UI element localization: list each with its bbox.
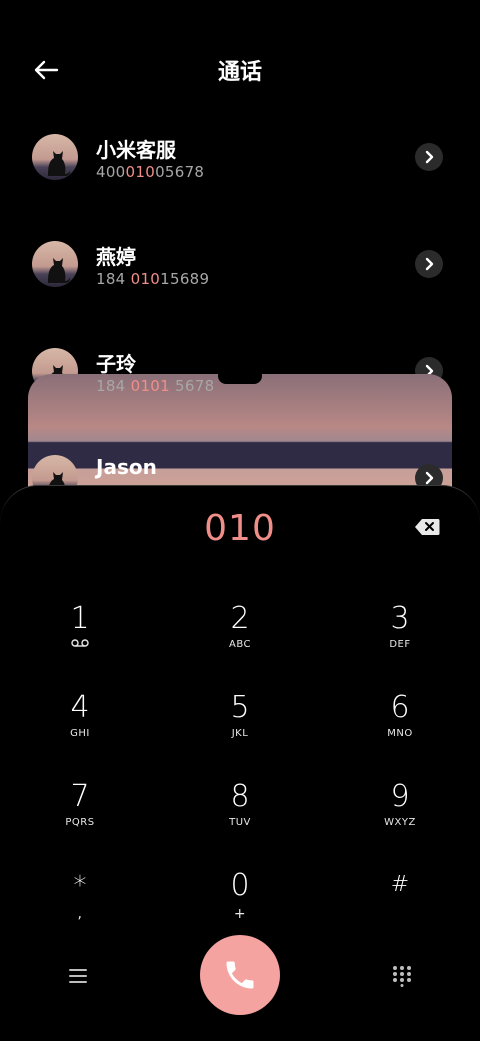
dial-key-6[interactable]: 6 MNO [340,690,460,770]
cat-silhouette-icon [48,151,71,176]
contact-name: 子玲 [96,352,136,376]
avatar [32,134,78,180]
dial-key-2[interactable]: 2 ABC [180,601,300,681]
contact-row[interactable]: 小米客服 40001005678 [0,134,480,214]
dialpad-sheet: 010 1 2 ABC 3 DEF 4 GHI 5 JKL 6 MNO 7 PQ… [0,485,480,1041]
dialpad-grid-icon[interactable] [389,963,415,989]
backspace-icon[interactable] [412,516,442,538]
dial-key-hash[interactable]: # [340,868,460,948]
menu-icon[interactable] [64,964,92,988]
contact-name: 小米客服 [96,138,176,162]
dial-key-1[interactable]: 1 [20,601,140,681]
chevron-right-icon[interactable] [415,250,443,278]
contact-number: 40001005678 [96,163,205,181]
dial-key-3[interactable]: 3 DEF [340,601,460,681]
dial-key-5[interactable]: 5 JKL [180,690,300,770]
dial-key-7[interactable]: 7 PQRS [20,779,140,859]
dial-key-9[interactable]: 9 WXYZ [340,779,460,859]
contact-row[interactable]: 燕婷 184 01015689 [0,241,480,321]
dial-key-star[interactable]: * , [20,868,140,948]
dial-key-8[interactable]: 8 TUV [180,779,300,859]
contact-number: 184 0101 5678 [96,377,215,395]
contact-name: Jason [96,455,157,479]
camera-notch [218,374,262,384]
header: 通话 [0,0,480,140]
contact-number: 184 01015689 [96,270,210,288]
call-button[interactable] [200,935,280,1015]
dialed-number: 010 [204,508,276,549]
avatar [32,241,78,287]
voicemail-icon [20,639,140,650]
dial-key-4[interactable]: 4 GHI [20,690,140,770]
cat-silhouette-icon [48,258,71,283]
phone-icon [226,961,254,989]
chevron-right-icon[interactable] [415,143,443,171]
page-title: 通话 [217,60,262,85]
contact-name: 燕婷 [96,245,136,269]
